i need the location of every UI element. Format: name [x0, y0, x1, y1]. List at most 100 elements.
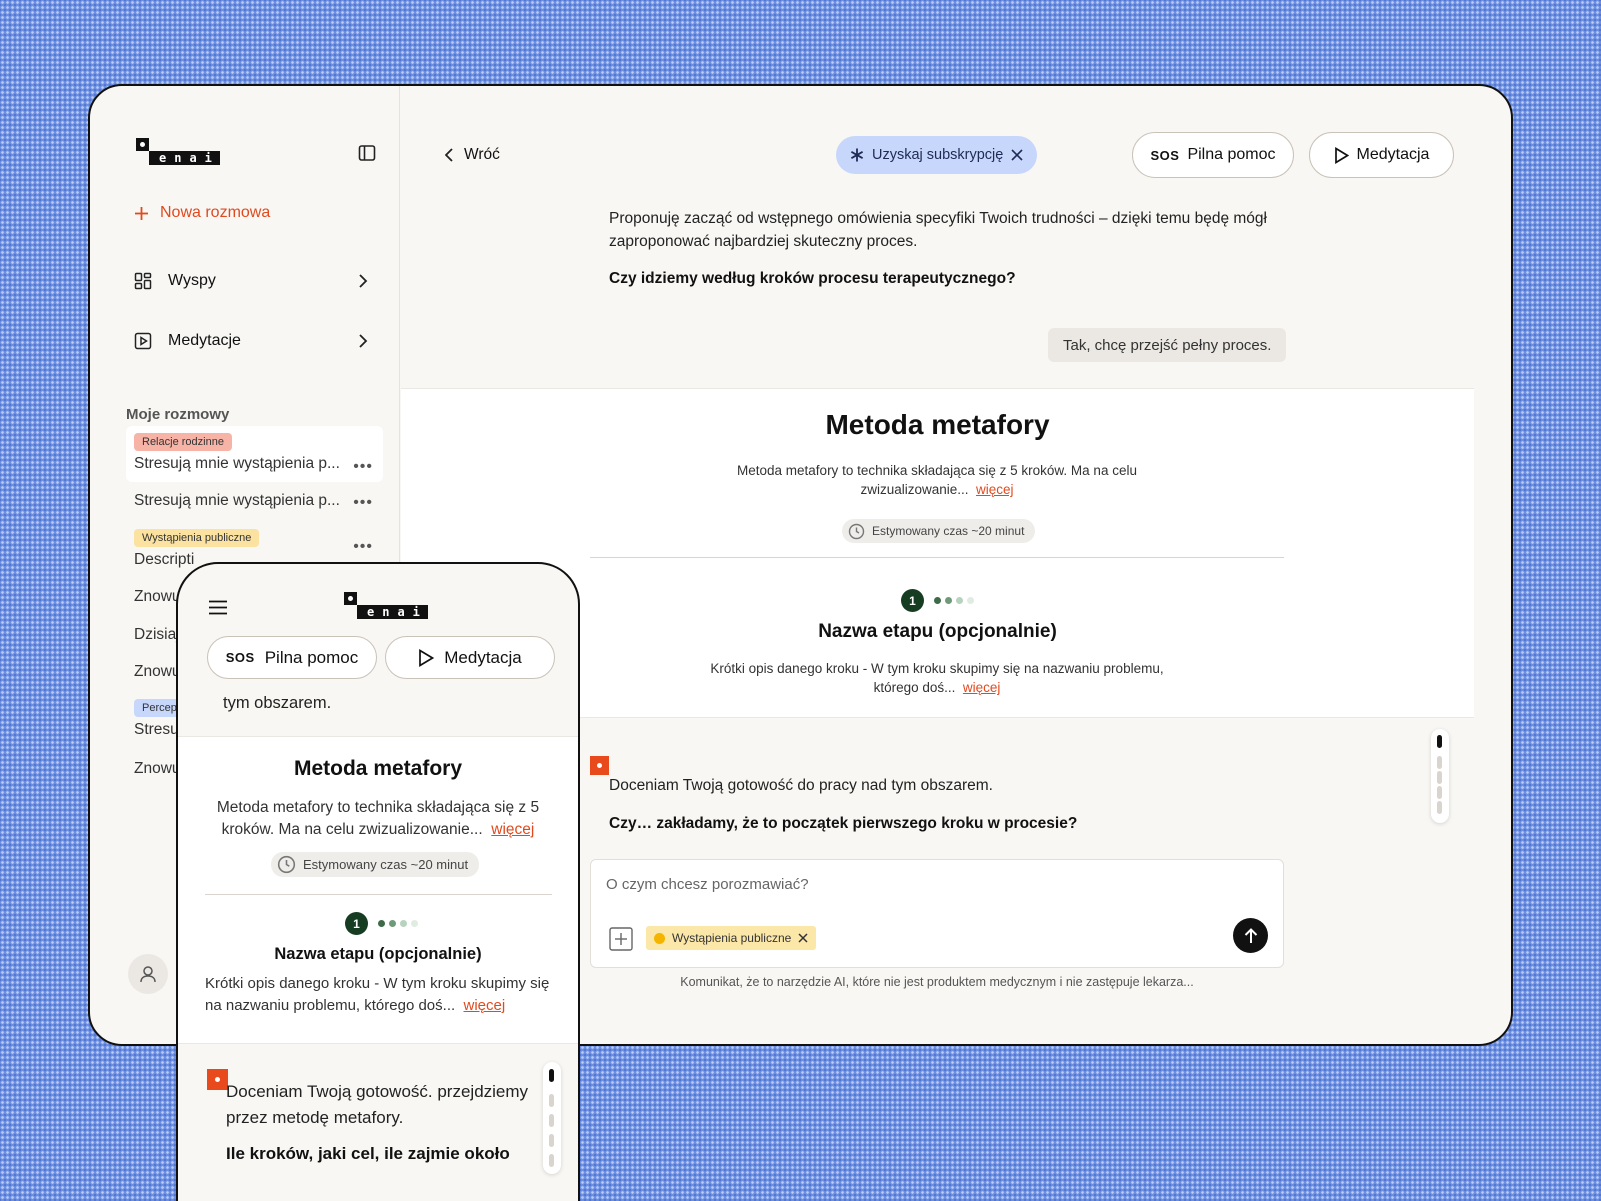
conversation-item[interactable]: Relacje rodzinne Stresują mnie wystąpien… — [126, 426, 383, 482]
method-description: Metoda metafory to technika składająca s… — [216, 799, 540, 838]
method-title: Metoda metafory — [293, 757, 463, 780]
estimated-time-chip: Estymowany czas ~20 minut — [842, 519, 1036, 543]
meditation-label: Medytacja — [444, 647, 522, 667]
more-link[interactable]: więcej — [491, 821, 534, 838]
sidebar-item-label: Wyspy — [168, 272, 216, 289]
assistant-message: tym obszarem. — [223, 694, 332, 712]
assistant-message: Doceniam Twoją gotowość do pracy nad tym… — [609, 777, 993, 794]
estimated-time-chip: Estymowany czas ~20 minut — [271, 852, 480, 877]
asterisk-icon — [850, 148, 864, 162]
message-input[interactable]: O czym chcesz porozmawiać? — [606, 876, 809, 893]
sidebar-item-meditations[interactable]: Medytacje — [134, 332, 368, 350]
conversation-title: Stresują mnie wystąpienia p... — [134, 455, 340, 472]
sidebar-item-label: Medytacje — [168, 332, 241, 349]
more-options-icon[interactable]: ••• — [353, 494, 373, 512]
play-icon — [418, 648, 435, 667]
clock-icon — [848, 523, 865, 540]
step-dot — [411, 920, 418, 927]
estimated-time-label: Estymowany czas ~20 minut — [872, 524, 1025, 538]
urgent-help-label: Pilna pomoc — [264, 647, 359, 667]
chevron-left-icon — [445, 148, 454, 162]
divider — [590, 557, 1284, 558]
add-attachment-button[interactable] — [609, 927, 633, 951]
brand-logo[interactable]: enai — [344, 592, 428, 619]
new-chat-label: Nowa rozmowa — [160, 204, 271, 221]
mobile-app-window: enai SOS Pilna pomoc Medytacja tym obsza… — [176, 562, 580, 1201]
close-icon[interactable] — [1011, 149, 1023, 161]
step-dot — [934, 597, 941, 604]
topic-chip[interactable]: Wystąpienia publiczne — [646, 926, 817, 950]
step-dot — [945, 597, 952, 604]
assistant-question: Ile kroków, jaki cel, ile zajmie około — [226, 1144, 510, 1163]
close-icon[interactable] — [798, 933, 808, 943]
user-message-text: Tak, chcę przejść pełny proces. — [1063, 336, 1272, 354]
urgent-help-label: Pilna pomoc — [1187, 146, 1276, 163]
sos-icon: SOS — [225, 650, 255, 665]
more-link[interactable]: więcej — [464, 997, 506, 1014]
chevron-right-icon — [358, 274, 368, 288]
method-card: Metoda metafory Metoda metafory to techn… — [178, 736, 578, 1044]
arrow-up-icon — [1244, 927, 1258, 944]
play-square-icon — [134, 332, 152, 350]
subscription-chip[interactable]: Uzyskaj subskrypcję — [836, 136, 1038, 174]
back-label: Wróć — [464, 146, 500, 163]
urgent-help-button[interactable]: SOS Pilna pomoc — [1132, 132, 1294, 178]
clock-icon — [277, 855, 296, 874]
chevron-right-icon — [358, 334, 368, 348]
message-composer: O czym chcesz porozmawiać? Wystąpienia p… — [590, 859, 1284, 968]
more-options-icon[interactable]: ••• — [353, 458, 373, 476]
step-dot — [389, 920, 396, 927]
step-number: 1 — [345, 912, 368, 935]
scroll-indicator[interactable] — [1431, 729, 1449, 823]
estimated-time-label: Estymowany czas ~20 minut — [303, 857, 469, 872]
step-description: Krótki opis danego kroku - W tym kroku s… — [710, 661, 1164, 695]
scroll-indicator[interactable] — [543, 1062, 561, 1174]
conversation-title: Stresują mnie wystąpienia p... — [134, 492, 340, 509]
method-description: Metoda metafory to technika składająca s… — [737, 463, 1137, 497]
meditation-button[interactable]: Medytacja — [385, 636, 555, 679]
conversations-heading: Moje rozmowy — [126, 406, 230, 423]
subscription-label: Uzyskaj subskrypcję — [872, 147, 1004, 163]
step-dot — [956, 597, 963, 604]
sidebar-toggle-icon[interactable] — [358, 144, 376, 162]
divider — [205, 894, 552, 895]
user-message-bubble: Tak, chcę przejść pełny proces. — [1048, 328, 1287, 362]
assistant-avatar-icon — [207, 1069, 228, 1090]
send-button[interactable] — [1233, 918, 1268, 953]
step-description: Krótki opis danego kroku - W tym kroku s… — [205, 975, 550, 1014]
sidebar-item-islands[interactable]: Wyspy — [134, 272, 368, 290]
conversation-tag: Relacje rodzinne — [134, 433, 232, 451]
more-link[interactable]: więcej — [963, 680, 1001, 695]
assistant-question: Czy idziemy według kroków procesu terape… — [609, 270, 1016, 287]
ai-disclaimer: Komunikat, że to narzędzie AI, które nie… — [680, 975, 1194, 989]
more-link[interactable]: więcej — [976, 482, 1014, 497]
menu-icon[interactable] — [209, 600, 227, 615]
step-number: 1 — [901, 589, 924, 612]
assistant-message: Doceniam Twoją gotowość. przejdziemy prz… — [226, 1082, 529, 1127]
assistant-message: Proponuję zacząć od wstępnego omówienia … — [609, 210, 1267, 250]
urgent-help-button[interactable]: SOS Pilna pomoc — [207, 636, 377, 679]
new-chat-button[interactable]: Nowa rozmowa — [134, 204, 270, 222]
back-button[interactable]: Wróć — [445, 146, 500, 164]
plus-icon — [134, 206, 149, 221]
grid-icon — [134, 272, 152, 290]
step-dot — [967, 597, 974, 604]
play-icon — [1334, 146, 1349, 164]
more-options-icon[interactable]: ••• — [353, 538, 373, 556]
conversation-tag: Wystąpienia publiczne — [134, 529, 260, 547]
assistant-avatar-icon — [590, 756, 609, 775]
step-title: Nazwa etapu (opcjonalnie) — [274, 945, 482, 963]
sos-icon: SOS — [1150, 147, 1180, 163]
user-avatar[interactable] — [128, 954, 168, 994]
conversation-item[interactable]: Stresują mnie wystąpienia p... ••• — [126, 492, 383, 516]
brand-logo[interactable]: enai — [136, 138, 220, 165]
topic-dot — [654, 932, 665, 944]
assistant-question: Czy… zakładamy, że to początek pierwszeg… — [609, 815, 1078, 832]
step-dot — [378, 920, 385, 927]
step-progress: 1 — [345, 912, 418, 935]
step-dot — [400, 920, 407, 927]
method-title: Metoda metafory — [825, 409, 1050, 440]
meditation-label: Medytacja — [1356, 146, 1430, 163]
user-icon — [138, 964, 158, 984]
meditation-button[interactable]: Medytacja — [1309, 132, 1454, 178]
